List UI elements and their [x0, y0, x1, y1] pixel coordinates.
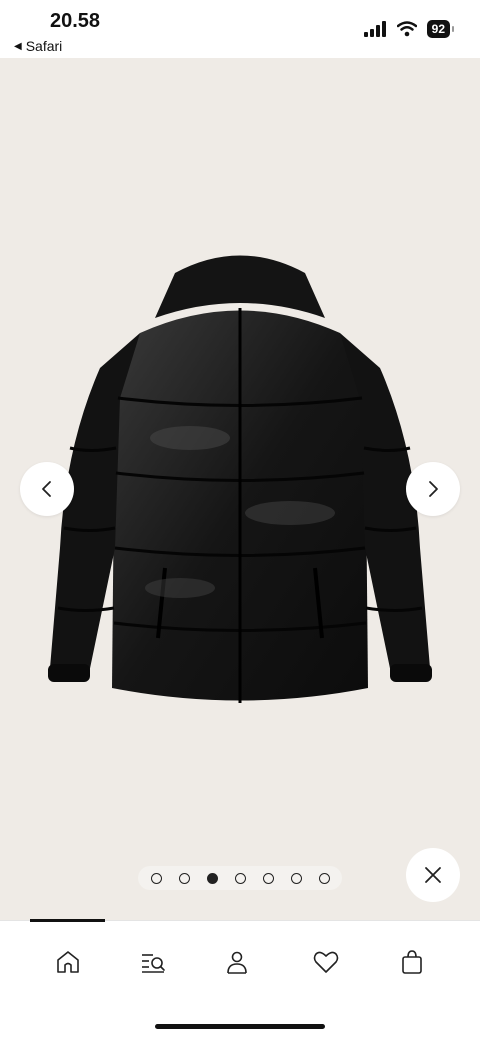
bottom-tab-bar — [0, 919, 480, 1039]
back-to-app-link[interactable]: ◀ Safari — [14, 38, 62, 54]
active-tab-indicator — [30, 919, 105, 922]
battery-indicator: 92 — [426, 20, 455, 38]
wifi-icon — [396, 21, 417, 37]
pager-dot-active[interactable] — [206, 872, 218, 884]
close-gallery-button[interactable] — [406, 848, 460, 902]
back-triangle-icon: ◀ — [14, 40, 22, 52]
previous-image-button[interactable] — [20, 462, 74, 516]
search-icon — [142, 954, 165, 973]
next-image-button[interactable] — [406, 462, 460, 516]
chevron-left-icon — [42, 481, 51, 497]
close-icon — [425, 867, 441, 883]
account-icon — [227, 951, 247, 974]
pager-dot[interactable] — [234, 872, 246, 884]
pager-dot[interactable] — [178, 872, 190, 884]
tab-home[interactable] — [53, 947, 83, 977]
tab-search[interactable] — [138, 947, 168, 977]
chevron-right-icon — [429, 481, 438, 497]
pager-dot[interactable] — [290, 872, 302, 884]
home-indicator — [155, 1024, 325, 1029]
pager-dot[interactable] — [150, 872, 162, 884]
heart-icon — [313, 951, 339, 973]
tab-bag[interactable] — [397, 947, 427, 977]
status-time: 20.58 — [50, 10, 101, 32]
status-bar: 20.58 ◀ Safari 92 — [0, 0, 480, 58]
pager-dot[interactable] — [318, 872, 330, 884]
product-image — [48, 255, 432, 703]
pager-dot[interactable] — [262, 872, 274, 884]
image-pager — [138, 866, 342, 890]
status-icons: 92 — [363, 20, 455, 38]
signal-icon — [363, 21, 386, 37]
product-image-gallery[interactable] — [0, 58, 480, 920]
bag-icon — [402, 950, 422, 974]
home-icon — [57, 951, 79, 973]
tab-favourites[interactable] — [311, 947, 341, 977]
back-app-label: Safari — [25, 38, 63, 54]
tab-account[interactable] — [222, 947, 252, 977]
